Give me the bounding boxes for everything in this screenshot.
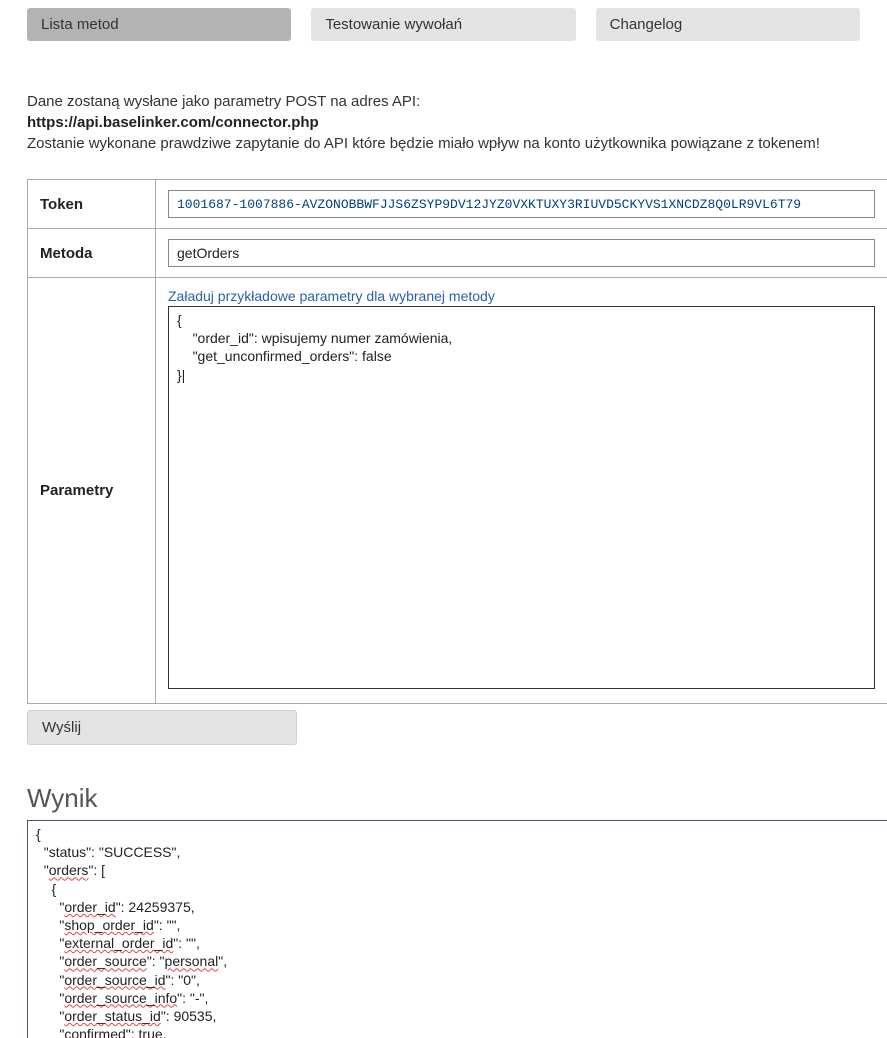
description-block: Dane zostaną wysłane jako parametry POST…	[0, 91, 887, 154]
params-textarea[interactable]: { "order_id": wpisujemy numer zamówienia…	[168, 306, 875, 689]
tab-changelog[interactable]: Changelog	[596, 8, 860, 41]
row-params: Parametry Załaduj przykładowe parametry …	[28, 278, 887, 704]
description-line-2: Zostanie wykonane prawdziwe zapytanie do…	[27, 133, 860, 154]
form-table: Token Metoda Parametry Załaduj przykłado…	[27, 179, 887, 704]
api-url: https://api.baselinker.com/connector.php	[27, 112, 860, 133]
description-line-1: Dane zostaną wysłane jako parametry POST…	[27, 91, 860, 112]
token-input[interactable]	[168, 190, 875, 218]
tab-method-list[interactable]: Lista metod	[27, 8, 291, 41]
submit-wrap: Wyślij	[0, 704, 887, 745]
method-label: Metoda	[28, 229, 156, 278]
token-label: Token	[28, 180, 156, 229]
row-token: Token	[28, 180, 887, 229]
load-example-params-link[interactable]: Załaduj przykładowe parametry dla wybran…	[168, 288, 875, 304]
tab-test-calls[interactable]: Testowanie wywołań	[311, 8, 575, 41]
result-heading: Wynik	[0, 745, 887, 814]
tabs-bar: Lista metod Testowanie wywołań Changelog	[0, 8, 887, 41]
method-input[interactable]	[168, 239, 875, 267]
result-output[interactable]: { "status": "SUCCESS", "orders": [ { "or…	[27, 820, 887, 1038]
params-label: Parametry	[28, 278, 156, 704]
submit-button[interactable]: Wyślij	[27, 710, 297, 745]
row-method: Metoda	[28, 229, 887, 278]
